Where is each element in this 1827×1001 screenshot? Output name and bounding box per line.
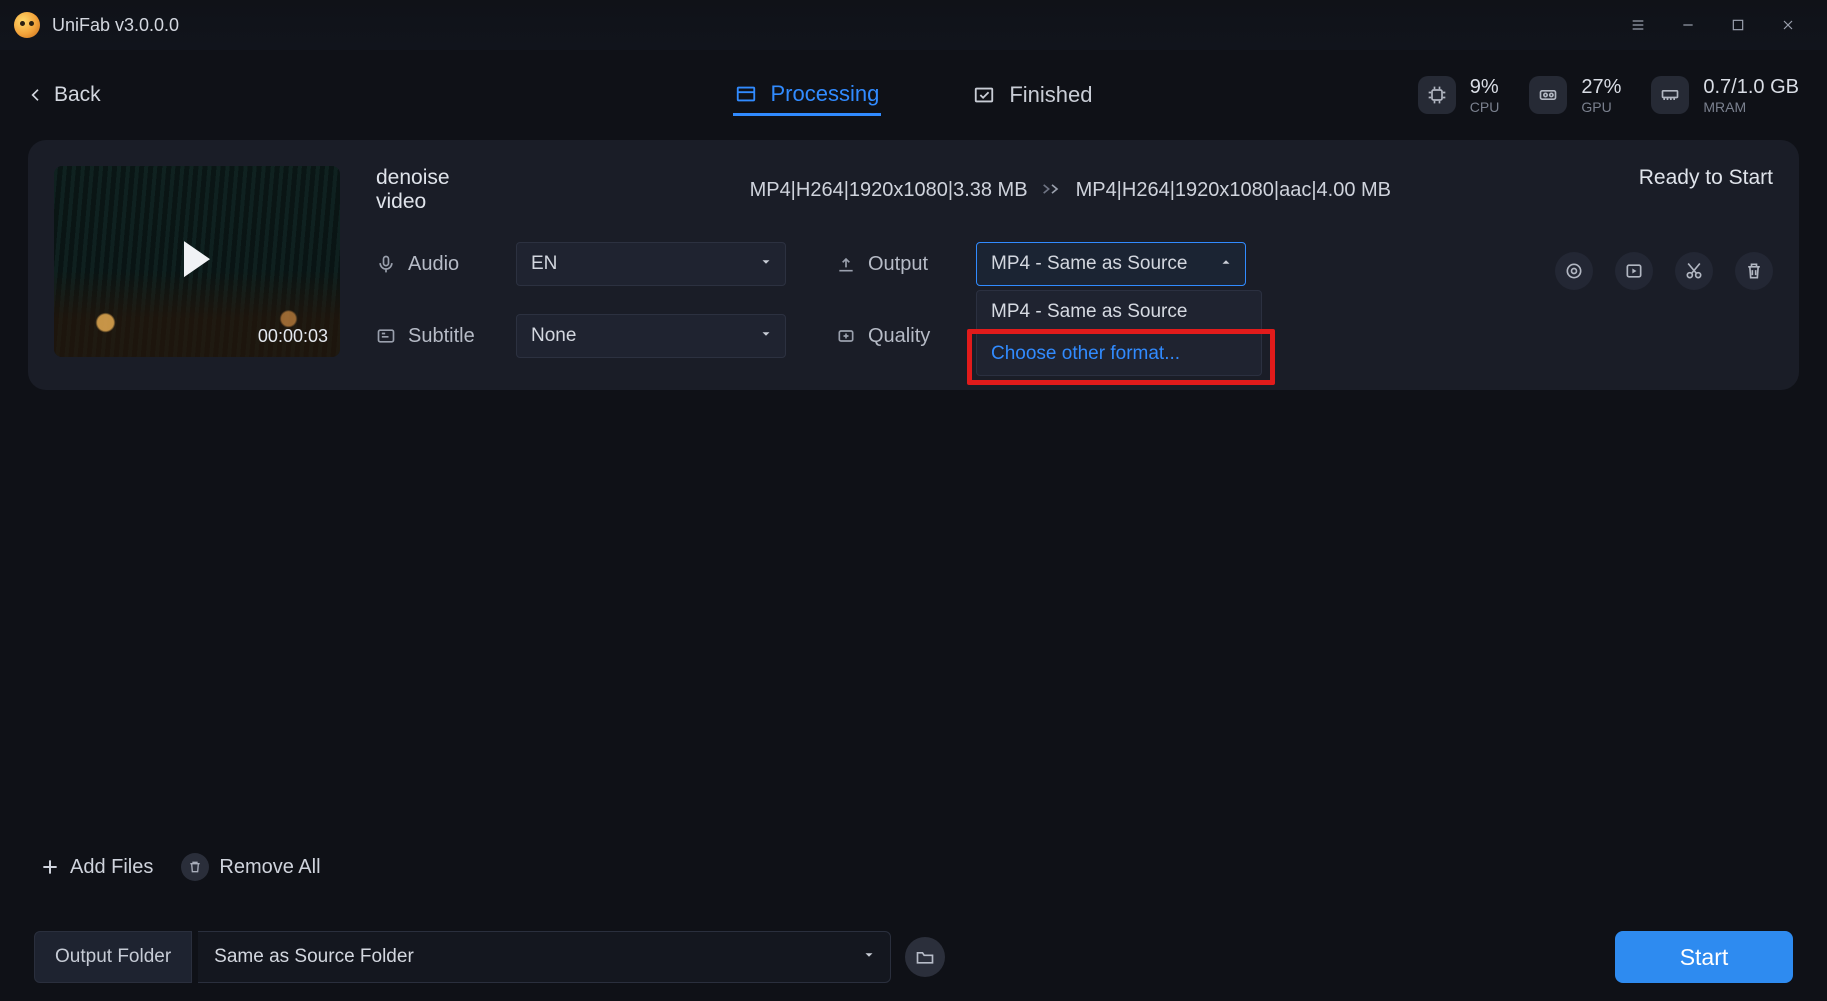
back-button[interactable]: Back [28,83,101,107]
remove-all-label: Remove All [219,856,320,879]
audio-select-value: EN [531,253,557,275]
preview-button[interactable] [1615,252,1653,290]
gpu-value: 27% [1581,75,1621,99]
subtitle-select-value: None [531,325,576,347]
gpu-icon [1529,76,1567,114]
nav-tabs: Processing Finished [733,75,1095,116]
list-toolbar: Add Files Remove All [0,853,1827,881]
play-icon [184,241,210,277]
mram-label: MRAM [1703,99,1799,116]
browse-folder-button[interactable] [905,937,945,977]
tab-finished-label: Finished [1009,82,1092,108]
ram-icon [1651,76,1689,114]
tab-processing-label: Processing [771,81,880,107]
output-folder-select[interactable]: Same as Source Folder [198,931,891,983]
item-actions [1555,252,1773,290]
chevron-down-icon [759,253,773,275]
tab-finished[interactable]: Finished [971,76,1094,114]
maximize-button[interactable] [1713,0,1763,50]
output-folder-value: Same as Source Folder [214,946,414,968]
video-item-card: 00:00:03 denoise video MP4|H264|1920x108… [28,140,1799,390]
audio-label: Audio [376,253,516,276]
output-label: Output [836,253,976,276]
add-files-label: Add Files [70,856,153,879]
header: Back Processing Finished 9% CPU 27 [0,50,1827,140]
output-option-same[interactable]: MP4 - Same as Source [977,291,1261,333]
add-files-button[interactable]: Add Files [40,856,153,879]
audio-select[interactable]: EN [516,242,786,286]
item-status: Ready to Start [1639,166,1773,190]
subtitle-icon [376,326,396,346]
upload-icon [836,254,856,274]
system-stats: 9% CPU 27% GPU 0.7/1.0 GB MRAM [1418,75,1799,116]
start-button[interactable]: Start [1615,931,1793,983]
minimize-button[interactable] [1663,0,1713,50]
quality-label: Quality [836,325,976,348]
stat-gpu: 27% GPU [1529,75,1621,116]
subtitle-label: Subtitle [376,325,516,348]
video-name: denoise video [376,166,450,214]
chevron-down-icon [759,325,773,347]
trash-icon [181,853,209,881]
tab-processing[interactable]: Processing [733,75,882,116]
app-title: UniFab v3.0.0.0 [52,15,179,36]
thumbnail-duration: 00:00:03 [258,326,328,347]
output-select[interactable]: MP4 - Same as Source [976,242,1246,286]
gpu-label: GPU [1581,99,1621,116]
output-select-value: MP4 - Same as Source [991,253,1187,275]
microphone-icon [376,254,396,274]
cpu-value: 9% [1470,75,1500,99]
cpu-label: CPU [1470,99,1500,116]
delete-button[interactable] [1735,252,1773,290]
settings-button[interactable] [1555,252,1593,290]
remove-all-button[interactable]: Remove All [181,853,320,881]
menu-button[interactable] [1613,0,1663,50]
chevron-up-icon [1219,253,1233,275]
app-logo-icon [14,12,40,38]
back-label: Back [54,83,101,107]
format-to: MP4|H264|1920x1080|aac|4.00 MB [1076,179,1391,202]
output-option-other[interactable]: Choose other format... [977,333,1261,375]
close-button[interactable] [1763,0,1813,50]
start-label: Start [1680,944,1729,971]
output-folder-label: Output Folder [34,931,192,983]
mram-value: 0.7/1.0 GB [1703,75,1799,99]
output-dropdown: MP4 - Same as Source Choose other format… [976,290,1262,376]
format-info: MP4|H264|1920x1080|3.38 MB MP4|H264|1920… [750,179,1391,202]
chevron-down-icon [862,946,876,968]
quality-icon [836,326,856,346]
video-thumbnail[interactable]: 00:00:03 [54,166,340,357]
stat-mram: 0.7/1.0 GB MRAM [1651,75,1799,116]
trim-button[interactable] [1675,252,1713,290]
footer: Output Folder Same as Source Folder Star… [0,931,1827,983]
titlebar: UniFab v3.0.0.0 [0,0,1827,50]
subtitle-select[interactable]: None [516,314,786,358]
arrow-right-icon [1042,179,1062,202]
stat-cpu: 9% CPU [1418,75,1500,116]
format-from: MP4|H264|1920x1080|3.38 MB [750,179,1028,202]
cpu-icon [1418,76,1456,114]
